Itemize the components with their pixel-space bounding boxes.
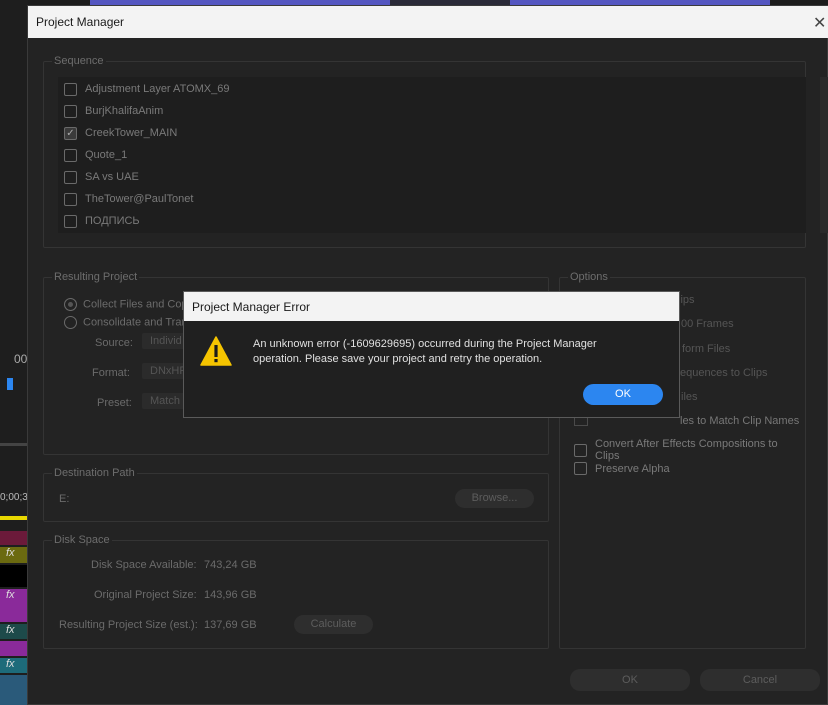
checkbox[interactable] (64, 214, 77, 228)
collect-files-option[interactable]: Collect Files and Cop (64, 298, 188, 311)
fx-badge: fx (6, 624, 15, 636)
error-dialog: Project Manager Error An unknown error (… (183, 291, 680, 418)
error-message-line: operation. Please save your project and … (253, 353, 543, 365)
option-fragment: les to Match Clip Names (680, 415, 800, 427)
error-ok-button[interactable]: OK (583, 384, 663, 405)
ok-button[interactable]: OK (570, 669, 690, 691)
disk-space-legend: Disk Space (52, 534, 112, 546)
calculate-button[interactable]: Calculate (294, 615, 373, 634)
destination-path-value: E: (59, 493, 70, 505)
option-label: Convert After Effects Compositions to Cl… (595, 438, 778, 462)
timeline-clip-fx[interactable]: fx (0, 658, 27, 673)
warning-icon (200, 336, 232, 366)
radio[interactable] (64, 316, 77, 329)
window-titlebar[interactable]: Project Manager ✕ (28, 6, 828, 38)
option-fragment: iles (681, 391, 698, 403)
sequence-scrollbar[interactable] (820, 77, 828, 233)
checkbox[interactable] (574, 443, 587, 457)
consolidate-label: Consolidate and Tran (83, 316, 188, 329)
sequence-item[interactable]: TheTower@PaulTonet (64, 189, 193, 209)
error-message: An unknown error (-1609629695) occurred … (253, 337, 653, 367)
option-fragment: form Files (682, 343, 731, 355)
fx-badge: fx (6, 589, 15, 601)
error-dialog-title: Project Manager Error (192, 300, 311, 314)
sequence-item-label: ПОДПИСЬ (85, 215, 140, 227)
checkbox-checked[interactable]: ✓ (64, 126, 77, 140)
sequence-item-label: Adjustment Layer ATOMX_69 (85, 83, 230, 95)
option-preserve-alpha[interactable]: Preserve Alpha (574, 462, 670, 475)
fx-badge: fx (6, 658, 15, 670)
track-divider (0, 443, 27, 446)
audio-waveform[interactable] (0, 675, 27, 705)
timecode-fragment: 00 (14, 352, 28, 366)
sequence-item[interactable]: SA vs UAE (64, 167, 139, 187)
timeline-clip-fx[interactable]: fx (0, 624, 27, 639)
timeline-clip-fx[interactable]: fx (0, 589, 27, 622)
resulting-project-legend: Resulting Project (52, 271, 140, 283)
sequence-item-label: SA vs UAE (85, 171, 139, 183)
timecode-fragment-2: 0;00;3 (0, 492, 28, 503)
original-size-value: 143,96 GB (204, 589, 257, 601)
checkbox[interactable] (64, 82, 77, 96)
resulting-size-label: Resulting Project Size (est.): (59, 619, 198, 631)
sequence-item-label: CreekTower_MAIN (85, 127, 178, 139)
destination-legend: Destination Path (52, 467, 137, 479)
disk-space-group: Disk Space Disk Space Available: 743,24 … (43, 534, 549, 649)
radio-selected[interactable] (64, 298, 77, 311)
option-label: Preserve Alpha (595, 462, 670, 475)
original-size-label: Original Project Size: (94, 589, 197, 601)
checkbox[interactable] (574, 462, 587, 475)
error-message-line: An unknown error (-1609629695) occurred … (253, 338, 597, 350)
format-label: Format: (92, 367, 130, 379)
disk-available-value: 743,24 GB (204, 559, 257, 571)
option-fragment: lips (678, 294, 695, 306)
timeline-clip[interactable] (0, 641, 27, 656)
close-icon[interactable]: ✕ (813, 13, 826, 33)
option-fragment: 00 Frames (681, 318, 734, 330)
resulting-size-value: 137,69 GB (204, 619, 257, 631)
sequence-item[interactable]: Quote_1 (64, 145, 127, 165)
sequence-legend: Sequence (52, 55, 106, 67)
error-dialog-titlebar[interactable]: Project Manager Error (184, 292, 679, 321)
sequence-item-label: Quote_1 (85, 149, 128, 161)
sequence-item[interactable]: BurjKhalifaAnim (64, 101, 163, 121)
sequence-item[interactable]: ПОДПИСЬ (64, 211, 140, 231)
option-fragment: equences to Clips (680, 367, 768, 379)
checkbox[interactable] (64, 104, 77, 118)
destination-path-group: Destination Path E: Browse... (43, 467, 549, 522)
checkbox[interactable] (64, 170, 77, 184)
browse-button[interactable]: Browse... (455, 489, 534, 508)
sequence-list[interactable]: Adjustment Layer ATOMX_69 BurjKhalifaAni… (58, 77, 828, 233)
fx-badge: fx (6, 547, 15, 559)
consolidate-option[interactable]: Consolidate and Tran (64, 316, 188, 329)
sequence-item-label: TheTower@PaulTonet (85, 193, 194, 205)
window-title: Project Manager (36, 15, 125, 29)
sequence-item-label: BurjKhalifaAnim (85, 105, 164, 117)
options-legend: Options (568, 271, 610, 283)
option-convert-ae[interactable]: Convert After Effects Compositions to Cl… (574, 438, 805, 462)
playhead-marker[interactable] (7, 378, 13, 390)
timeline-clip[interactable] (0, 565, 27, 587)
work-area-bar[interactable] (0, 516, 27, 520)
cancel-button[interactable]: Cancel (700, 669, 820, 691)
timeline-clip[interactable] (0, 531, 27, 545)
sequence-item[interactable]: Adjustment Layer ATOMX_69 (64, 79, 230, 99)
collect-files-label: Collect Files and Cop (83, 298, 188, 311)
preset-label: Preset: (97, 397, 132, 409)
disk-available-label: Disk Space Available: (91, 559, 197, 571)
timeline-clip-fx[interactable]: fx (0, 547, 27, 563)
checkbox[interactable] (64, 148, 77, 162)
background-timeline-panel: 00 0;00;3 fx fx fx fx (0, 0, 28, 705)
checkbox[interactable] (64, 192, 77, 206)
source-label: Source: (95, 337, 133, 349)
sequence-item[interactable]: ✓ CreekTower_MAIN (64, 123, 177, 143)
